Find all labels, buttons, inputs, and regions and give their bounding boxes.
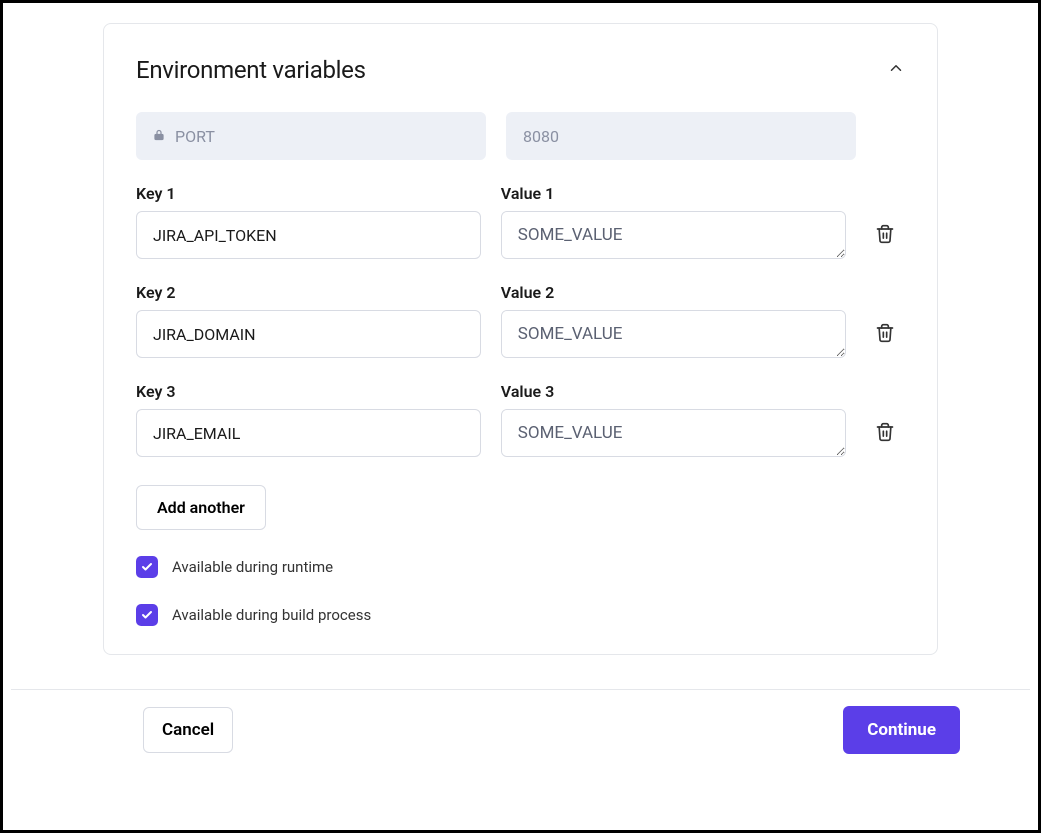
value-field-2: Value 2 [501,283,846,358]
continue-button[interactable]: Continue [843,706,960,754]
env-row: Key 3 Value 3 [136,382,905,457]
value-field-1: Value 1 [501,184,846,259]
value-label: Value 3 [501,382,846,401]
key-label: Key 2 [136,283,481,302]
checkbox-build-row: Available during build process [136,604,905,626]
checkbox-runtime-row: Available during runtime [136,556,905,578]
value-input-3[interactable] [501,409,846,457]
locked-row: PORT 8080 [136,112,905,160]
locked-value-input: 8080 [506,112,856,160]
locked-value-text: 8080 [523,127,559,146]
locked-key-input: PORT [136,112,486,160]
card-title: Environment variables [136,56,366,84]
trash-icon [875,323,895,346]
delete-row-button[interactable] [866,211,905,259]
value-label: Value 2 [501,283,846,302]
key-label: Key 3 [136,382,481,401]
value-input-2[interactable] [501,310,846,358]
locked-key-field: PORT [136,112,486,160]
env-row: Key 1 Value 1 [136,184,905,259]
checkbox-build[interactable] [136,604,158,626]
card-header: Environment variables [136,56,905,84]
trash-icon [875,422,895,445]
value-field-3: Value 3 [501,382,846,457]
value-input-1[interactable] [501,211,846,259]
value-label: Value 1 [501,184,846,203]
key-field-1: Key 1 [136,184,481,259]
footer: Cancel Continue [11,689,1030,754]
checkbox-build-label: Available during build process [172,606,371,624]
env-row: Key 2 Value 2 [136,283,905,358]
chevron-up-icon[interactable] [887,59,905,81]
delete-row-button[interactable] [866,409,905,457]
locked-value-field: 8080 [506,112,856,160]
env-vars-card: Environment variables PORT 8080 Key 1 [103,23,938,655]
lock-icon [153,127,165,146]
locked-key-text: PORT [175,127,215,146]
key-field-3: Key 3 [136,382,481,457]
key-input-3[interactable] [136,409,481,457]
trash-icon [875,224,895,247]
checkbox-runtime-label: Available during runtime [172,558,333,576]
key-field-2: Key 2 [136,283,481,358]
key-input-1[interactable] [136,211,481,259]
delete-row-button[interactable] [866,310,905,358]
key-label: Key 1 [136,184,481,203]
key-input-2[interactable] [136,310,481,358]
checkbox-runtime[interactable] [136,556,158,578]
add-another-button[interactable]: Add another [136,485,266,530]
cancel-button[interactable]: Cancel [143,707,233,753]
